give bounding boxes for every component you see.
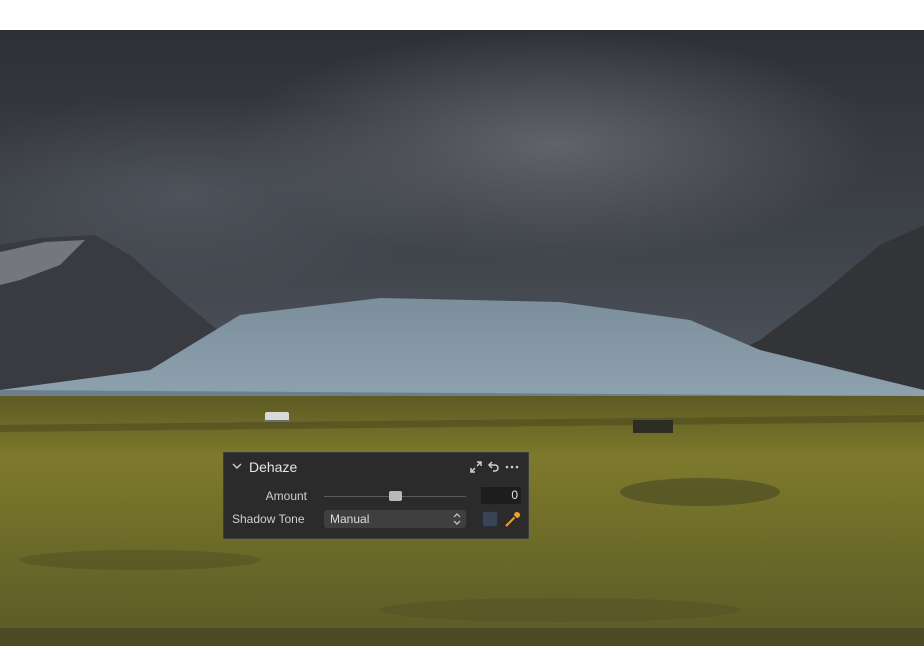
shadow-tone-label: Shadow Tone — [232, 512, 305, 526]
updown-arrows-icon — [453, 513, 461, 525]
shadow-tone-swatch[interactable] — [482, 511, 498, 527]
amount-label: Amount — [265, 489, 307, 503]
more-icon[interactable] — [505, 461, 519, 473]
expand-icon[interactable] — [470, 461, 482, 473]
color-picker-icon[interactable] — [504, 510, 522, 528]
landscape-image — [0, 30, 924, 646]
shadow-tone-selected: Manual — [330, 512, 370, 526]
chevron-down-icon[interactable] — [232, 462, 242, 470]
shadow-tone-select[interactable]: Manual — [324, 510, 466, 528]
amount-input[interactable] — [481, 487, 521, 504]
amount-slider[interactable] — [324, 490, 466, 502]
dehaze-panel: Dehaze Amount Shadow Tone Manual — [223, 452, 529, 539]
photo-canvas[interactable] — [0, 30, 924, 646]
panel-header[interactable]: Dehaze — [224, 453, 528, 481]
panel-title: Dehaze — [249, 459, 298, 475]
reset-icon[interactable] — [487, 461, 499, 473]
slider-thumb[interactable] — [389, 491, 402, 501]
